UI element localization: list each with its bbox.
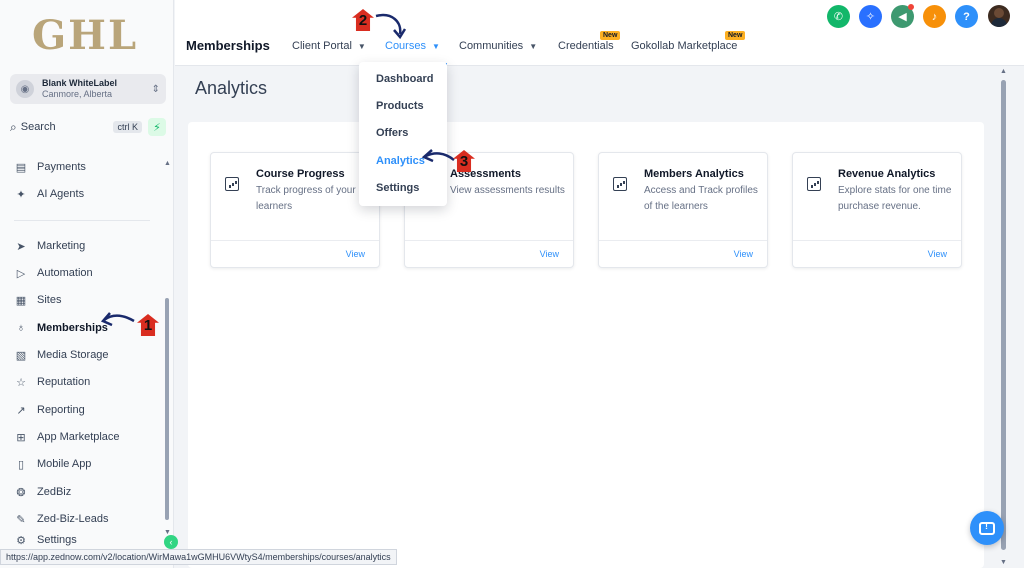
annotation-step-2: 2: [352, 9, 374, 31]
annotation-arrows: [100, 13, 455, 327]
annotation-step-1: 1: [137, 314, 159, 336]
annotation-step-3: 3: [453, 150, 475, 172]
